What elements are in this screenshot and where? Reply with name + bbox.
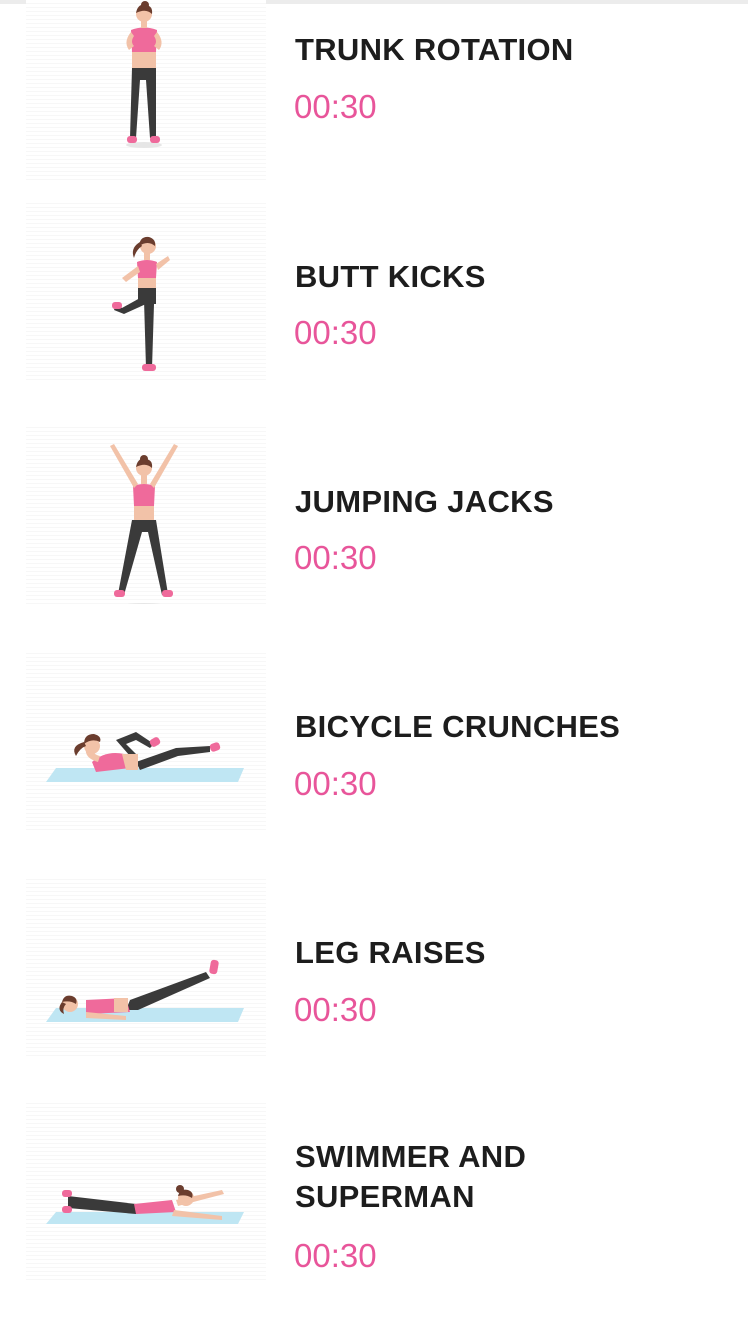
exercise-title-line2: SUPERMAN (295, 1179, 475, 1214)
exercise-duration: 00:30 (294, 314, 377, 351)
exercise-title: BICYCLE CRUNCHES (295, 709, 621, 744)
exercise-title: BUTT KICKS (295, 259, 486, 294)
leg-raise-woman-icon (26, 876, 266, 1056)
exercise-item-swimmer-and-superman[interactable]: SWIMMER AND SUPERMAN 00:30 (0, 1100, 748, 1326)
exercise-item-leg-raises[interactable]: LEG RAISES 00:30 (0, 876, 748, 1102)
exercise-duration: 00:30 (294, 88, 377, 125)
exercise-title-line1: SWIMMER AND (295, 1139, 527, 1174)
butt-kick-woman-icon (26, 200, 266, 380)
exercise-duration: 00:30 (294, 991, 377, 1028)
exercise-item-bicycle-crunches[interactable]: BICYCLE CRUNCHES 00:30 (0, 650, 748, 876)
exercise-title: JUMPING JACKS (295, 484, 554, 519)
bicycle-crunch-woman-icon (26, 650, 266, 830)
exercise-list: TRUNK ROTATION 00:30 BUTT KICKS 00:30 JU… (0, 0, 748, 1280)
standing-woman-icon (26, 0, 266, 180)
exercise-duration: 00:30 (294, 765, 377, 802)
superman-woman-icon (26, 1100, 266, 1280)
exercise-title: TRUNK ROTATION (295, 32, 574, 67)
exercise-item-jumping-jacks[interactable]: JUMPING JACKS 00:30 (0, 424, 748, 650)
exercise-title: LEG RAISES (295, 935, 486, 970)
exercise-duration: 00:30 (294, 539, 377, 576)
jumping-jack-woman-icon (26, 424, 266, 604)
exercise-item-trunk-rotation[interactable]: TRUNK ROTATION 00:30 (0, 0, 748, 226)
exercise-item-butt-kicks[interactable]: BUTT KICKS 00:30 (0, 200, 748, 426)
exercise-duration: 00:30 (294, 1237, 377, 1274)
